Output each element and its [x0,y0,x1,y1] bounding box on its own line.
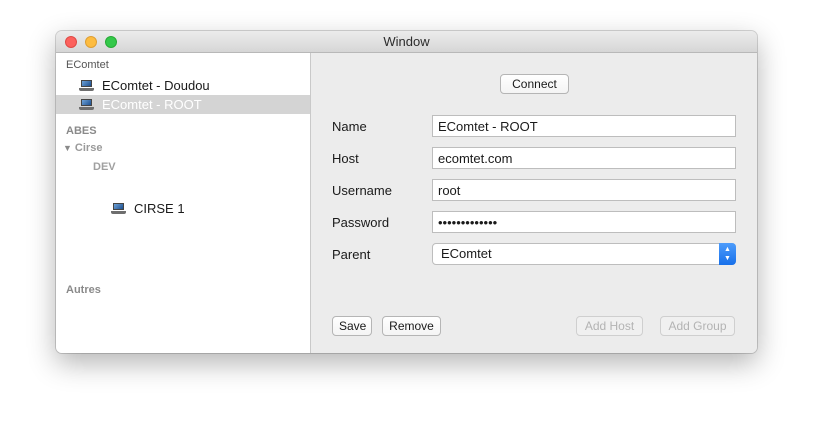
group-header-abes: ABES [66,125,97,137]
add-group-button[interactable]: Add Group [660,316,735,336]
window-title: Window [383,34,430,49]
sidebar-item-ecomtet-doudou[interactable]: EComtet - Doudou [79,76,210,95]
connection-detail-pane: Connect Name Host Username Password Pare… [311,53,757,353]
group-header-dev: DEV [93,161,116,173]
connect-button[interactable]: Connect [500,74,569,94]
laptop-icon [79,99,94,111]
tree-node-cirse[interactable]: ▼ Cirse [63,142,102,154]
sidebar-item-dev-cirse-1[interactable]: CIRSE 1 [111,199,185,218]
parent-select[interactable]: EComtet ▲ ▼ [432,243,736,265]
save-button[interactable]: Save [332,316,372,336]
host-field[interactable] [432,147,736,169]
title-bar[interactable]: Window [56,31,757,53]
parent-label: Parent [332,247,371,262]
sidebar[interactable]: EComtet EComtet - Doudou EComtet - ROOT … [56,53,311,353]
up-down-arrows-icon: ▲ ▼ [719,243,736,265]
group-header-ecomtet: EComtet [66,59,109,71]
remove-button[interactable]: Remove [382,316,441,336]
disclosure-triangle-icon[interactable]: ▼ [63,143,72,153]
sidebar-item-ecomtet-root[interactable]: EComtet - ROOT [56,95,310,114]
laptop-icon [111,203,126,215]
host-label: Host [332,151,359,166]
group-header-autres: Autres [66,284,101,296]
password-label: Password [332,215,390,230]
username-label: Username [332,183,392,198]
add-host-button[interactable]: Add Host [576,316,643,336]
password-field[interactable] [432,211,736,233]
laptop-icon [79,80,94,92]
app-window: Window EComtet EComtet - Doudou EComtet … [56,31,757,353]
username-field[interactable] [432,179,736,201]
name-label: Name [332,119,367,134]
name-field[interactable] [432,115,736,137]
parent-select-value: EComtet [441,246,492,261]
